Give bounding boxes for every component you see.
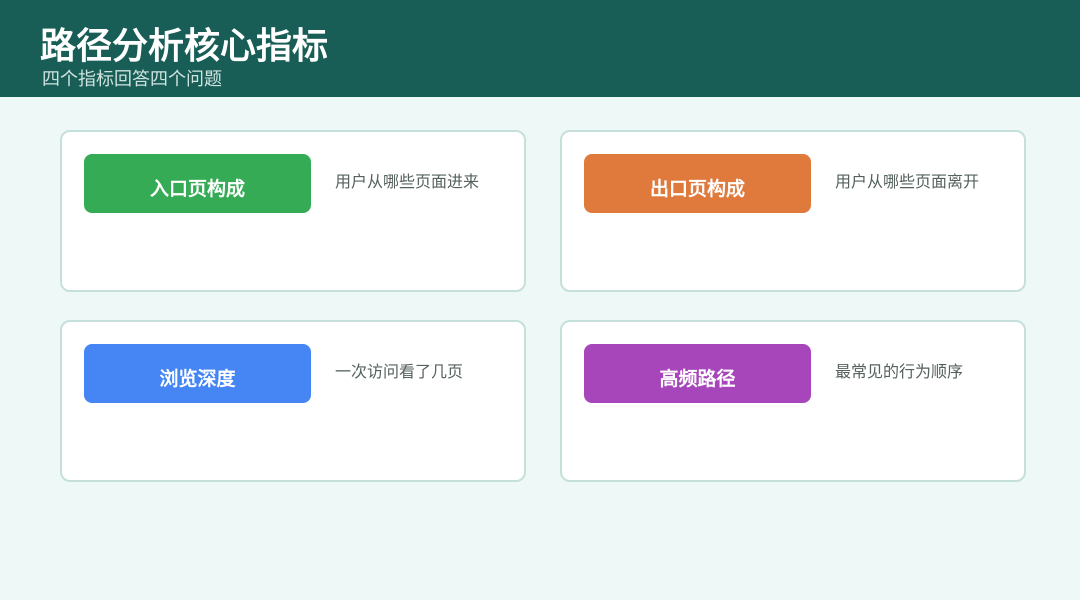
header-banner: 路径分析核心指标 四个指标回答四个问题 xyxy=(0,0,1080,97)
metric-card-browse-depth: 浏览深度 一次访问看了几页 xyxy=(60,320,526,482)
page-title: 路径分析核心指标 xyxy=(40,26,329,67)
metric-badge-browse-depth: 浏览深度 xyxy=(84,344,311,403)
metric-description-exit-pages: 用户从哪些页面离开 xyxy=(835,172,980,191)
metric-description-frequent-paths: 最常见的行为顺序 xyxy=(835,362,964,381)
metric-badge-frequent-paths: 高频路径 xyxy=(584,344,811,403)
metric-badge-entry-pages: 入口页构成 xyxy=(84,154,311,213)
metric-card-entry-pages: 入口页构成 用户从哪些页面进来 xyxy=(60,130,526,292)
metric-card-frequent-paths: 高频路径 最常见的行为顺序 xyxy=(560,320,1026,482)
page-subtitle: 四个指标回答四个问题 xyxy=(42,69,222,90)
metric-badge-exit-pages: 出口页构成 xyxy=(584,154,811,213)
metric-description-browse-depth: 一次访问看了几页 xyxy=(335,362,464,381)
metric-description-entry-pages: 用户从哪些页面进来 xyxy=(335,172,480,191)
metric-card-exit-pages: 出口页构成 用户从哪些页面离开 xyxy=(560,130,1026,292)
